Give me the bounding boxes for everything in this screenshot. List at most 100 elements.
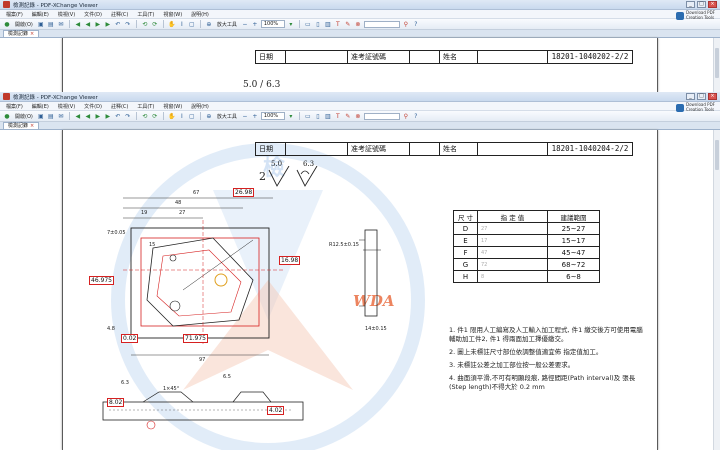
scroll-thumb[interactable] bbox=[715, 140, 719, 170]
note-3: 3. 未標註公差之加工部位按一般公差要求。 bbox=[449, 361, 575, 369]
menu-document[interactable]: 文件(D) bbox=[84, 11, 102, 18]
hand-tool-icon[interactable]: ✋ bbox=[168, 20, 176, 28]
scroll-thumb[interactable] bbox=[715, 48, 719, 78]
fit-width-icon[interactable]: ▯ bbox=[314, 20, 322, 28]
menu-file[interactable]: 檔案(F) bbox=[6, 11, 23, 18]
search-icon[interactable]: ⚲ bbox=[402, 112, 410, 120]
zoom-tool-label[interactable]: 放大工具 bbox=[217, 21, 237, 28]
promo-banner[interactable]: Download PDF Creation Tools bbox=[676, 102, 716, 112]
last-page-icon[interactable]: ▶ bbox=[104, 112, 112, 120]
open-label[interactable]: 開啟(O) bbox=[15, 21, 33, 28]
prev-page-icon[interactable]: ◀ bbox=[84, 20, 92, 28]
rotate-right-icon[interactable]: ⟳ bbox=[151, 112, 159, 120]
typewriter-icon[interactable]: T bbox=[334, 112, 342, 120]
menu-help[interactable]: 說明(H) bbox=[191, 11, 209, 18]
menu-view[interactable]: 檢視(V) bbox=[58, 11, 75, 18]
close-button[interactable]: × bbox=[708, 93, 717, 100]
document-area[interactable]: WDA 檢 日期 准考証號碼 姓名 18201-1040204-2/2 2 5.… bbox=[0, 130, 720, 450]
close-tab-icon[interactable]: × bbox=[30, 123, 34, 129]
tab-document[interactable]: 檢測記錄 × bbox=[3, 122, 40, 129]
back-icon[interactable]: ↶ bbox=[114, 112, 122, 120]
rotate-right-icon[interactable]: ⟳ bbox=[151, 20, 159, 28]
menu-edit[interactable]: 編輯(E) bbox=[32, 11, 49, 18]
fit-width-icon[interactable]: ▯ bbox=[314, 112, 322, 120]
zoom-in-icon[interactable]: + bbox=[251, 20, 259, 28]
maximize-button[interactable]: □ bbox=[697, 1, 706, 8]
save-icon[interactable]: ▣ bbox=[37, 20, 45, 28]
menu-comments[interactable]: 註釋(C) bbox=[111, 103, 128, 110]
menu-tools[interactable]: 工具(T) bbox=[137, 103, 154, 110]
single-page-icon[interactable]: ▥ bbox=[324, 20, 332, 28]
search-input[interactable] bbox=[363, 20, 400, 28]
rotate-left-icon[interactable]: ⟲ bbox=[141, 112, 149, 120]
date-value bbox=[286, 51, 348, 63]
zoom-tool-icon[interactable]: ⊕ bbox=[205, 112, 213, 120]
vertical-scrollbar[interactable] bbox=[713, 130, 720, 450]
rotate-left-icon[interactable]: ⟲ bbox=[141, 20, 149, 28]
maximize-button[interactable]: □ bbox=[697, 93, 706, 100]
back-icon[interactable]: ↶ bbox=[114, 20, 122, 28]
menu-help[interactable]: 說明(H) bbox=[191, 103, 209, 110]
fit-page-icon[interactable]: ▭ bbox=[304, 112, 312, 120]
snapshot-icon[interactable]: ▢ bbox=[188, 20, 196, 28]
zoom-out-icon[interactable]: − bbox=[241, 20, 249, 28]
zoom-dropdown-icon[interactable]: ▾ bbox=[287, 20, 295, 28]
document-area[interactable]: 日期 准考証號碼 姓名 18201-1040202-2/2 5.0 / 6.3 bbox=[0, 38, 720, 92]
menu-window[interactable]: 視窗(W) bbox=[163, 11, 182, 18]
search-input[interactable] bbox=[363, 112, 400, 120]
table-row: G 72 68~72 bbox=[453, 258, 600, 271]
fit-page-icon[interactable]: ▭ bbox=[304, 20, 312, 28]
comment-icon[interactable]: ✎ bbox=[344, 20, 352, 28]
menu-document[interactable]: 文件(D) bbox=[84, 103, 102, 110]
menu-comments[interactable]: 註釋(C) bbox=[111, 11, 128, 18]
menu-edit[interactable]: 編輯(E) bbox=[32, 103, 49, 110]
typewriter-icon[interactable]: T bbox=[334, 20, 342, 28]
menu-tools[interactable]: 工具(T) bbox=[137, 11, 154, 18]
open-icon[interactable]: ● bbox=[3, 112, 11, 120]
save-icon[interactable]: ▣ bbox=[37, 112, 45, 120]
open-label[interactable]: 開啟(O) bbox=[15, 113, 33, 120]
zoom-tool-label[interactable]: 放大工具 bbox=[217, 113, 237, 120]
hand-tool-icon[interactable]: ✋ bbox=[168, 112, 176, 120]
zoom-field[interactable]: 100% bbox=[260, 112, 285, 120]
next-page-icon[interactable]: ▶ bbox=[94, 20, 102, 28]
zoom-in-icon[interactable]: + bbox=[251, 112, 259, 120]
zoom-field[interactable]: 100% bbox=[260, 20, 285, 28]
comment-icon[interactable]: ✎ bbox=[344, 112, 352, 120]
search-icon[interactable]: ⚲ bbox=[402, 20, 410, 28]
first-page-icon[interactable]: ◀ bbox=[74, 112, 82, 120]
forward-icon[interactable]: ↷ bbox=[124, 112, 132, 120]
email-icon[interactable]: ✉ bbox=[57, 112, 65, 120]
stamp-icon[interactable]: ⊗ bbox=[354, 112, 362, 120]
first-page-icon[interactable]: ◀ bbox=[74, 20, 82, 28]
stamp-icon[interactable]: ⊗ bbox=[354, 20, 362, 28]
promo-banner[interactable]: Download PDF Creation Tools bbox=[676, 10, 716, 20]
menu-view[interactable]: 檢視(V) bbox=[58, 103, 75, 110]
minimize-button[interactable]: _ bbox=[686, 1, 695, 8]
dim-97: 97 bbox=[199, 357, 206, 363]
minimize-button[interactable]: _ bbox=[686, 93, 695, 100]
next-page-icon[interactable]: ▶ bbox=[94, 112, 102, 120]
single-page-icon[interactable]: ▥ bbox=[324, 112, 332, 120]
zoom-tool-icon[interactable]: ⊕ bbox=[205, 20, 213, 28]
vertical-scrollbar[interactable] bbox=[713, 38, 720, 92]
print-icon[interactable]: ▤ bbox=[47, 20, 55, 28]
forward-icon[interactable]: ↷ bbox=[124, 20, 132, 28]
snapshot-icon[interactable]: ▢ bbox=[188, 112, 196, 120]
select-text-icon[interactable]: I bbox=[178, 20, 186, 28]
email-icon[interactable]: ✉ bbox=[57, 20, 65, 28]
prev-page-icon[interactable]: ◀ bbox=[84, 112, 92, 120]
help-icon[interactable]: ? bbox=[412, 20, 420, 28]
help-icon[interactable]: ? bbox=[412, 112, 420, 120]
last-page-icon[interactable]: ▶ bbox=[104, 20, 112, 28]
tab-document[interactable]: 檢測記錄 × bbox=[3, 30, 40, 37]
print-icon[interactable]: ▤ bbox=[47, 112, 55, 120]
menu-window[interactable]: 視窗(W) bbox=[163, 103, 182, 110]
zoom-out-icon[interactable]: − bbox=[241, 112, 249, 120]
select-text-icon[interactable]: I bbox=[178, 112, 186, 120]
close-tab-icon[interactable]: × bbox=[30, 31, 34, 37]
open-icon[interactable]: ● bbox=[3, 20, 11, 28]
zoom-dropdown-icon[interactable]: ▾ bbox=[287, 112, 295, 120]
close-button[interactable]: × bbox=[708, 1, 717, 8]
menu-file[interactable]: 檔案(F) bbox=[6, 103, 23, 110]
